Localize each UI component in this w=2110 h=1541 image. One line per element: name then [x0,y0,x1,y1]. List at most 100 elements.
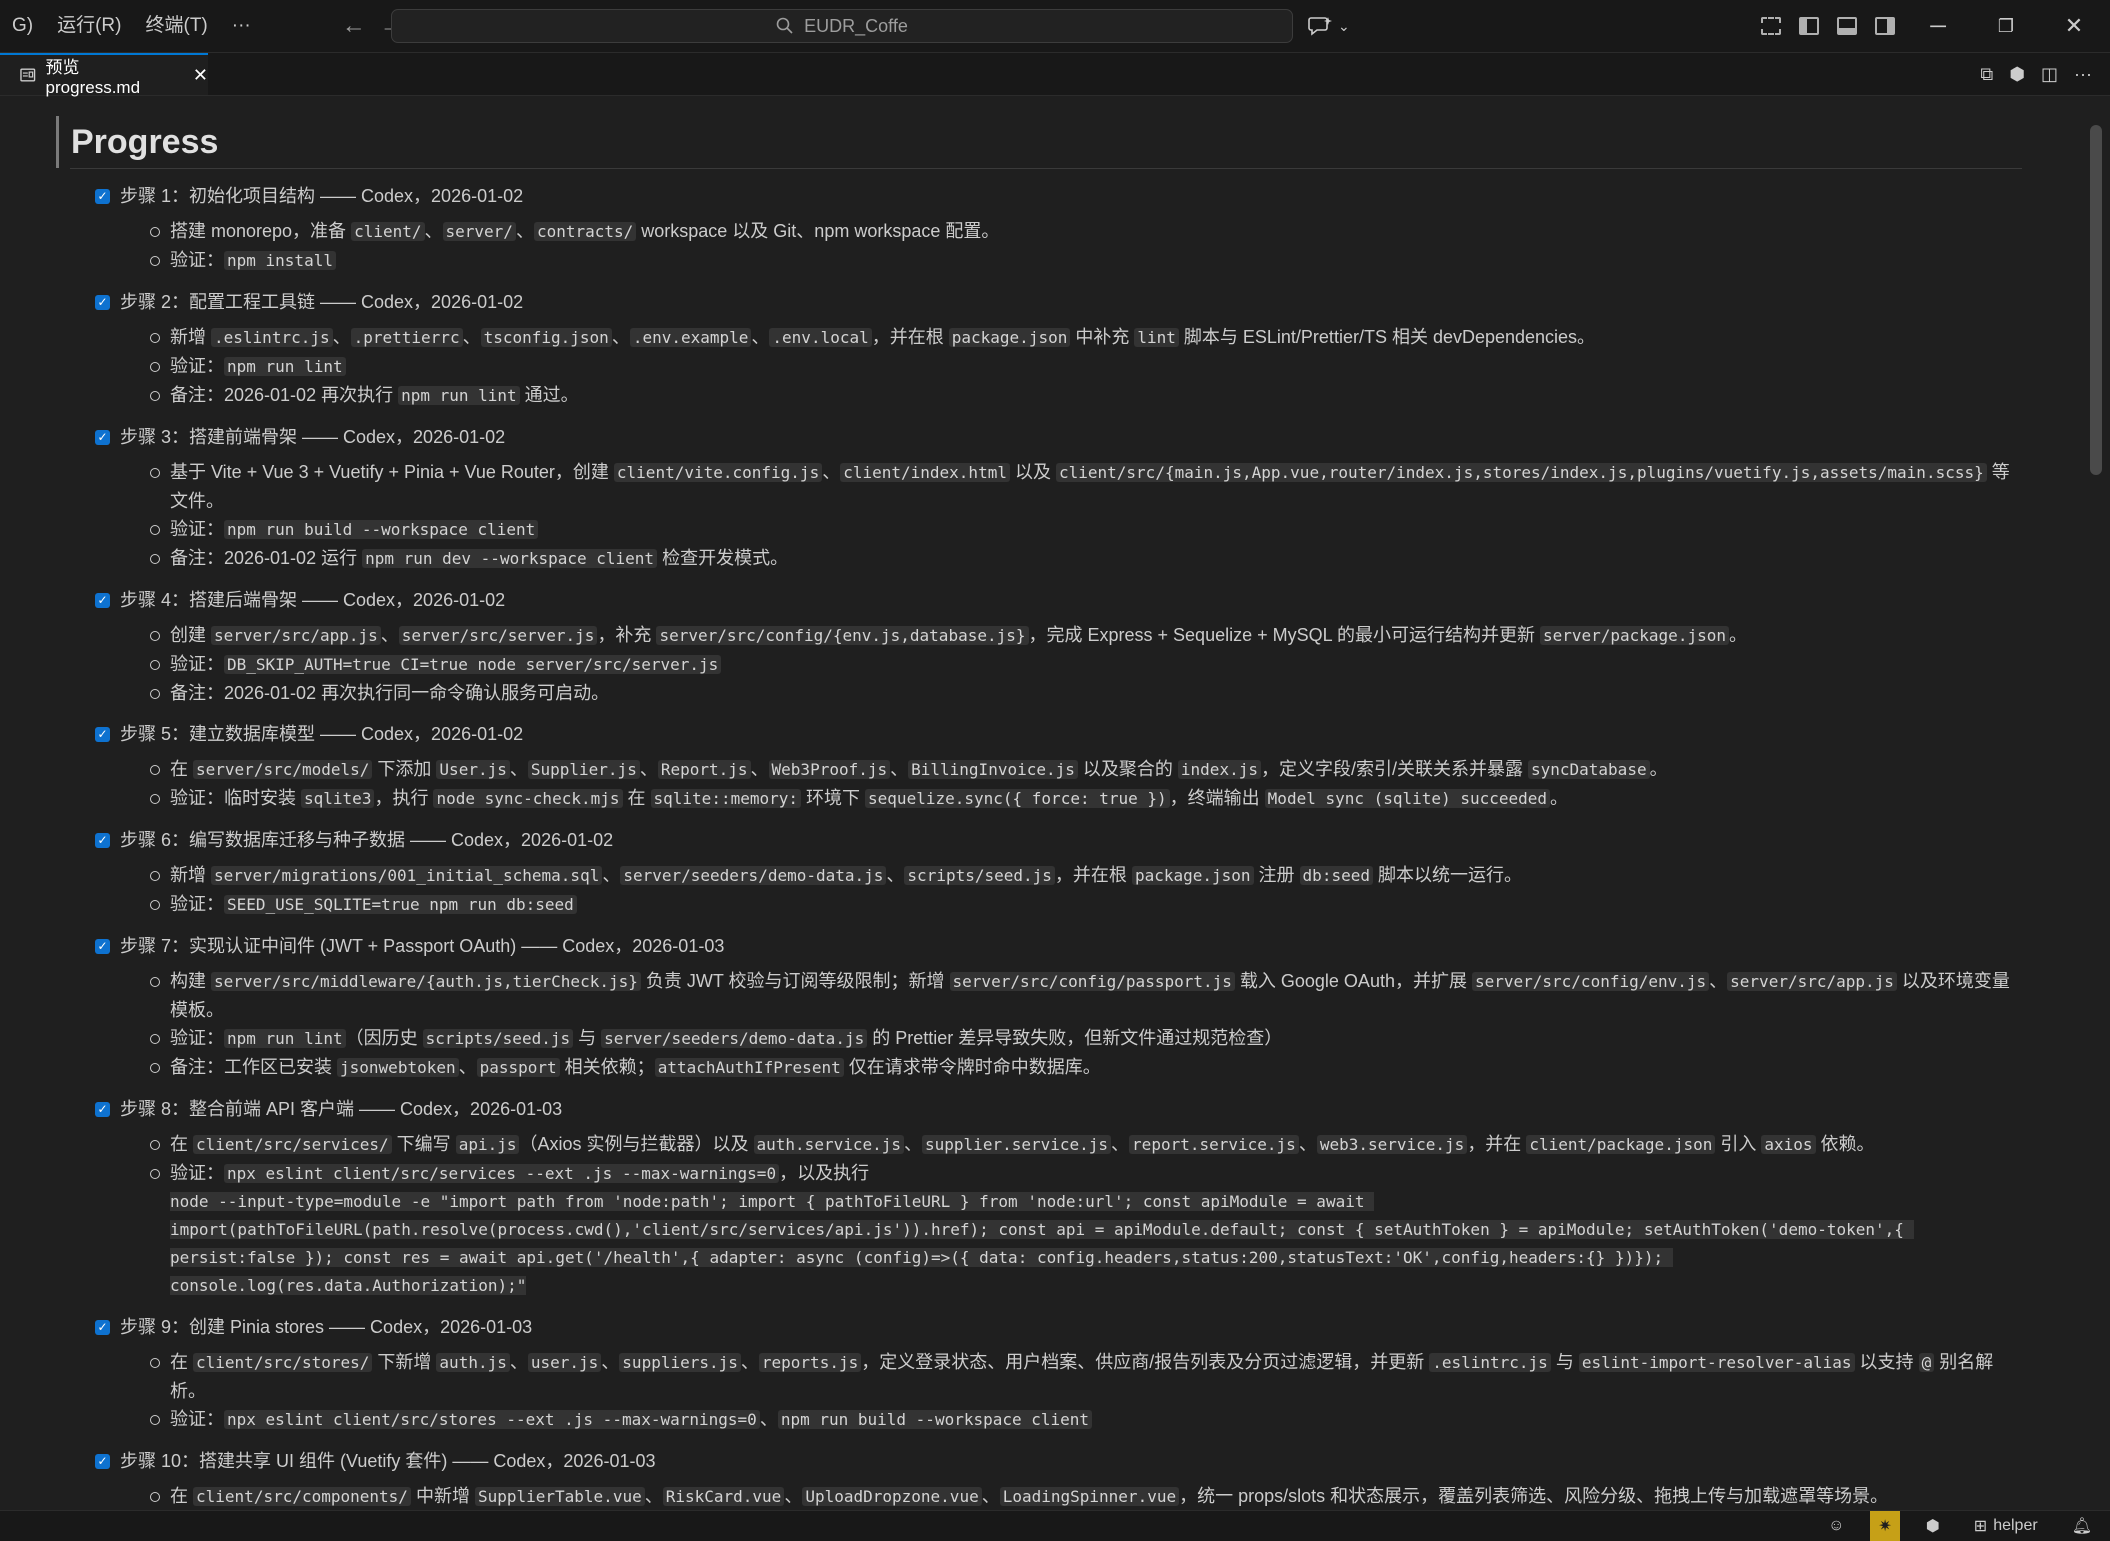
list-item: 验证： npx eslint client/src/services --ext … [150,1159,2025,1300]
inline-code: user.js [527,1353,602,1372]
step-checkbox[interactable]: ✓ [95,294,110,310]
step-item: ✓ 步骤 7：实现认证中间件 (JWT + Passport OAuth) —— … [95,931,2025,1082]
close-window-icon[interactable]: ✕ [2040,13,2108,39]
menu-more-button[interactable]: ··· [220,0,263,52]
list-item: 备注：2026-01-02 运行 npm run dev --workspace… [150,544,2025,573]
list-item: 备注：2026-01-02 再次执行同一命令确认服务可启动。 [150,679,2025,707]
copilot-status-icon[interactable]: ☺ [1820,1511,1852,1541]
step-heading-text: 步骤 5：建立数据库模型 —— Codex，2026-01-02 [120,724,524,744]
copilot-area: ⌄ [1308,0,1350,52]
editor-tab-bar: 预览 progress.md ✕ ⧉ ⬢ ◫ ··· [0,53,2110,97]
item-text: 、 [515,221,534,241]
toggle-panel-icon[interactable] [1837,17,1857,35]
open-source-icon[interactable]: ⧉ [1980,64,1993,85]
list-item: 验证： npx eslint client/src/stores --ext .j… [150,1405,2025,1434]
step-checkbox[interactable]: ✓ [95,188,110,204]
vertical-scrollbar[interactable] [2090,125,2102,1515]
item-text: 通过。 [519,385,579,405]
step-heading: ✓ 步骤 8：整合前端 API 客户端 —— Codex，2026-01-03 [95,1094,2025,1124]
list-item: 搭建 monorepo，准备 client/、 server/、 contracts… [150,217,2025,246]
step-detail-list: 搭建 monorepo，准备 client/、 server/、 contracts… [95,217,2025,275]
menu-item-g[interactable]: G) [0,0,45,52]
inline-code: SEED_USE_SQLITE=true npm run db:seed [224,895,577,914]
item-text: 、 [1111,1134,1130,1154]
item-text: 在 [622,788,651,808]
inline-code: client/src/components/ [193,1487,411,1506]
step-heading: ✓ 步骤 9：创建 Pinia stores —— Codex，2026-01-0… [95,1312,2025,1342]
step-checkbox[interactable]: ✓ [95,1453,110,1469]
step-checkbox[interactable]: ✓ [95,1319,110,1335]
close-tab-icon[interactable]: ✕ [193,65,208,86]
minimize-icon[interactable]: ─ [1904,13,1972,39]
step-checkbox[interactable]: ✓ [95,1101,110,1117]
extension-icon[interactable]: ⬢ [2009,64,2025,85]
list-item: 在 client/src/components/ 中新增 SupplierTab… [150,1482,2025,1506]
step-checkbox[interactable]: ✓ [95,726,110,742]
inline-code: client/package.json [1526,1135,1716,1154]
item-text: 、 [981,1486,1000,1506]
inline-code: @ [1918,1353,1935,1372]
item-text: 、 [611,327,630,347]
item-text: 验证： [170,894,224,914]
scrollbar-thumb[interactable] [2090,125,2102,475]
extension-status-icon[interactable]: ⬢ [1918,1511,1948,1541]
inline-code: server/src/config/{env.js,database.js} [656,626,1029,645]
item-text: ，定义登录状态、用户档案、供应商/报告列表及分页过滤逻辑，并更新 [861,1352,1430,1372]
inline-code: client/src/stores/ [193,1353,373,1372]
item-text: ，并在根 [1054,865,1132,885]
item-text: 、 [601,1352,620,1372]
step-heading-text: 步骤 9：创建 Pinia stores —— Codex，2026-01-03 [120,1317,533,1337]
inline-code: npm run build --workspace client [224,520,539,539]
item-text: 、 [509,759,528,779]
list-item: 构建 server/src/middleware/{auth.js,tierCh… [150,967,2025,1024]
step-detail-list: 在 client/src/components/ 中新增 SupplierTab… [95,1482,2025,1506]
toggle-secondary-sidebar-icon[interactable] [1875,17,1895,35]
step-heading-text: 步骤 8：整合前端 API 客户端 —— Codex，2026-01-03 [120,1099,563,1119]
split-editor-icon[interactable]: ◫ [2041,64,2058,85]
item-text: 以支持 [1854,1352,1919,1372]
step-checkbox[interactable]: ✓ [95,938,110,954]
bug-status-icon[interactable]: ✷ [1870,1511,1900,1541]
step-detail-list: 构建 server/src/middleware/{auth.js,tierCh… [95,967,2025,1082]
inline-code: server/src/config/env.js [1471,972,1710,991]
customize-layout-icon[interactable] [1761,17,1781,35]
more-actions-icon[interactable]: ··· [2074,64,2092,85]
step-item: ✓ 步骤 4：搭建后端骨架 —— Codex，2026-01-02 创建 serve… [95,585,2025,707]
chevron-down-icon[interactable]: ⌄ [1338,18,1350,35]
inline-code: api.js [455,1135,520,1154]
notifications-icon[interactable]: 🔔︎ [2064,1511,2100,1541]
inline-code: Web3Proof.js [768,760,891,779]
step-checkbox[interactable]: ✓ [95,592,110,608]
item-text: 引入 [1715,1134,1762,1154]
toggle-primary-sidebar-icon[interactable] [1799,17,1819,35]
step-checkbox[interactable]: ✓ [95,832,110,848]
inline-code: suppliers.js [619,1353,741,1372]
inline-code: server/seeders/demo-data.js [601,1029,868,1048]
item-text: ，终端输出 [1169,788,1265,808]
layout-controls [1752,0,1904,52]
step-heading-text: 步骤 10：搭建共享 UI 组件 (Vuetify 套件) —— Codex，2… [120,1451,656,1471]
step-detail-list: 新增 server/migrations/001_initial_schema.… [95,861,2025,919]
tab-preview-progress[interactable]: 预览 progress.md ✕ [0,53,208,97]
item-text: 。 [1649,759,1668,779]
chat-sparkle-icon[interactable] [1308,15,1334,37]
inline-code: server/src/config/passport.js [949,972,1235,991]
item-text: ，以及执行 [779,1163,870,1183]
menu-item-run[interactable]: 运行(R) [45,0,133,52]
list-item: 验证： DB_SKIP_AUTH=true CI=true node server… [150,650,2025,679]
inline-code: Supplier.js [527,760,640,779]
inline-code: index.js [1177,760,1261,779]
inline-code: UploadDropzone.vue [802,1487,982,1506]
command-center-search[interactable]: EUDR_Coffe [391,9,1293,43]
step-checkbox[interactable]: ✓ [95,429,110,445]
back-arrow-icon[interactable]: ← [335,12,373,40]
item-text: 注册 [1253,865,1300,885]
item-text: 在 [170,1486,194,1506]
inline-code: scripts/seed.js [904,866,1055,885]
menu-item-terminal[interactable]: 终端(T) [134,0,220,52]
inline-code: npx eslint client/src/services --ext .js… [224,1164,780,1183]
account-status[interactable]: ⊞ helper [1966,1511,2046,1541]
inline-code: sqlite3 [301,789,375,808]
markdown-preview[interactable]: Progress ✓ 步骤 1：初始化项目结构 —— Codex，2026-01-… [0,96,2086,1506]
restore-icon[interactable]: ❐ [1972,16,2040,37]
